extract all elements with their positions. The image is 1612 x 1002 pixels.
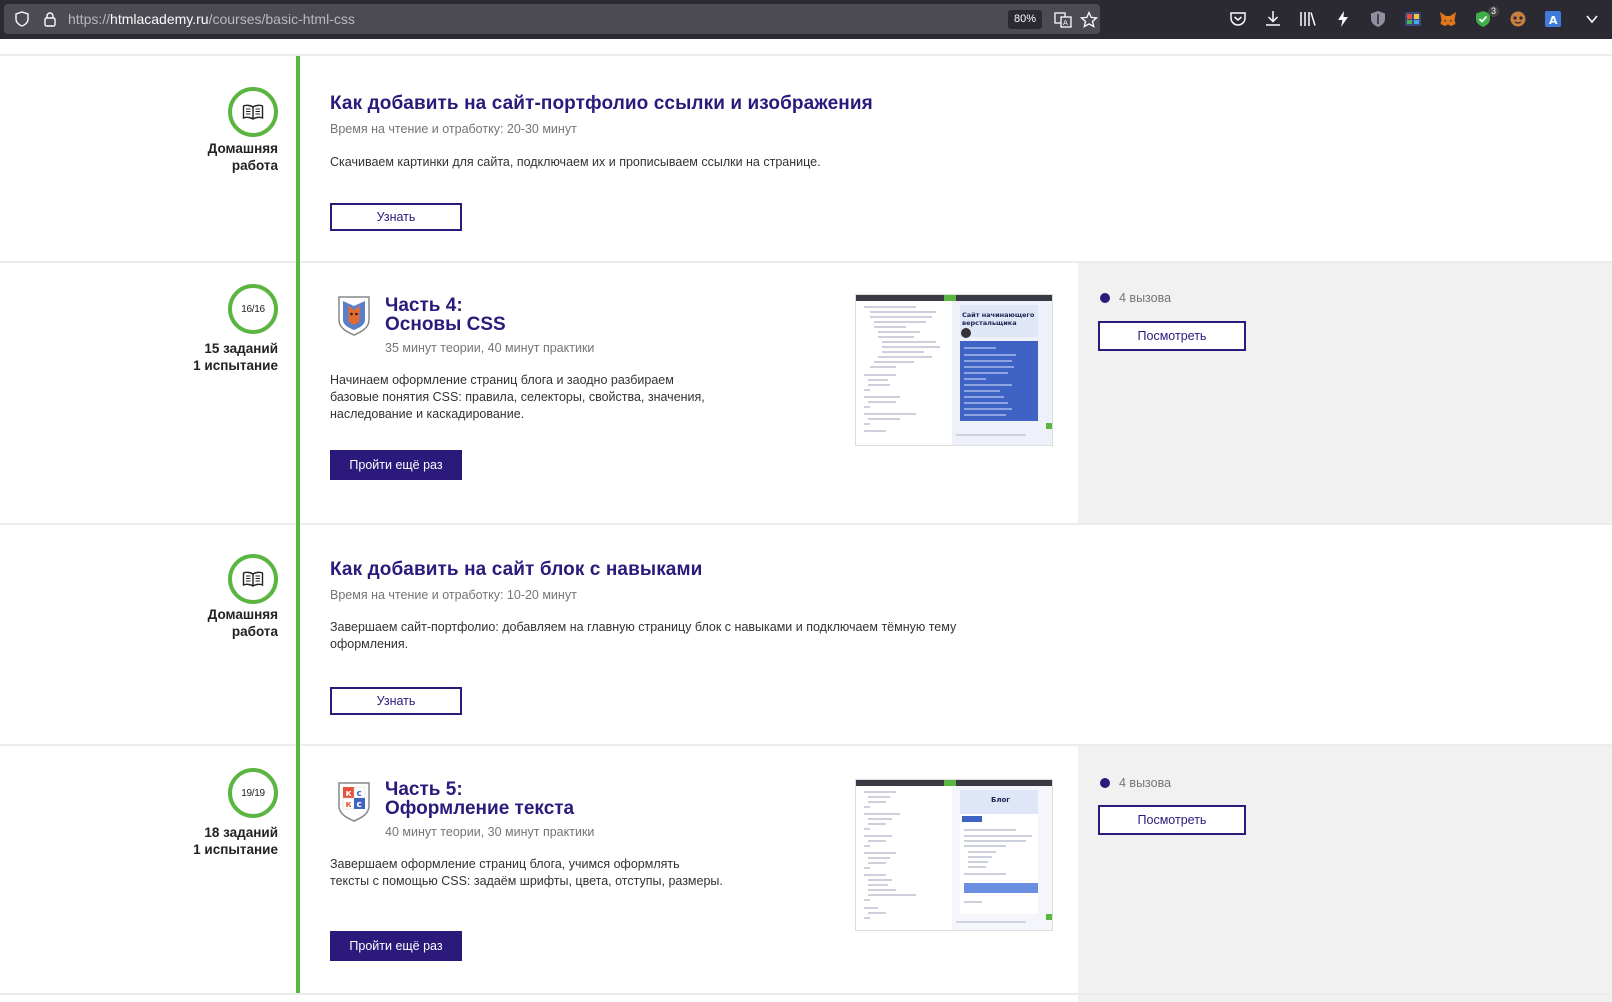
logo-letter: с — [357, 789, 362, 799]
pocket-icon[interactable] — [1228, 9, 1248, 29]
downloads-icon[interactable] — [1263, 9, 1283, 29]
svg-text:A: A — [1063, 19, 1068, 27]
translator-extension-icon[interactable]: A — [1543, 9, 1563, 29]
description-line: оформления. — [330, 637, 409, 651]
tasks-summary: 15 заданий 1 испытание — [78, 340, 278, 374]
logo-letter: к — [346, 789, 352, 799]
label-line: работа — [231, 624, 278, 639]
lesson-title[interactable]: Как добавить на сайт блок с навыками — [330, 559, 702, 581]
divider — [0, 523, 1612, 525]
editor-preview-image: Блог — [856, 780, 1052, 930]
part-preview-thumbnail[interactable]: Сайт начинающего верстальщика — [855, 294, 1053, 446]
part-title[interactable]: Часть 4: Основы CSS — [385, 296, 506, 334]
retake-button[interactable]: Пройти ещё раз — [330, 931, 462, 961]
part-number: Часть 5: — [385, 779, 463, 800]
svg-text:A: A — [1549, 14, 1558, 27]
url-text[interactable]: https://htmlacademy.ru/courses/basic-htm… — [68, 11, 355, 27]
trials-count: 1 испытание — [193, 842, 278, 857]
learn-button[interactable]: Узнать — [330, 687, 462, 715]
lightning-extension-icon[interactable] — [1333, 9, 1353, 29]
bookmark-star-icon[interactable] — [1080, 11, 1098, 29]
label-line: Домашняя — [207, 607, 278, 622]
extension-badge-count: 3 — [1488, 6, 1500, 17]
label-line: работа — [231, 158, 278, 173]
view-challenges-button[interactable]: Посмотреть — [1098, 321, 1246, 351]
address-bar[interactable]: https://htmlacademy.ru/courses/basic-htm… — [4, 4, 1100, 34]
part-number: Часть 4: — [385, 295, 463, 316]
tampermonkey-icon[interactable] — [1508, 9, 1528, 29]
bullet-dot-icon — [1100, 293, 1110, 303]
thumb-heading-line: Сайт начинающего — [962, 311, 1035, 319]
progress-marker: 19/19 — [228, 768, 278, 818]
progress-count: 16/16 — [241, 303, 265, 315]
shield-extension-icon[interactable] — [1368, 9, 1388, 29]
lesson-type-label: Домашняя работа — [78, 140, 278, 174]
tasks-count: 18 заданий — [204, 825, 278, 840]
description-line: Начинаем оформление страниц блога и заод… — [330, 373, 674, 387]
label-line: Домашняя — [207, 141, 278, 156]
thumb-heading-line: верстальщика — [962, 319, 1017, 327]
tracking-protection-icon[interactable] — [14, 11, 30, 27]
part-duration: 35 минут теории, 40 минут практики — [385, 341, 595, 355]
url-domain: htmlacademy.ru — [110, 11, 209, 27]
part-preview-thumbnail[interactable]: Блог — [855, 779, 1053, 931]
translate-icon[interactable]: A — [1054, 11, 1072, 29]
description-line: наследование и каскадирование. — [330, 407, 525, 421]
lesson-duration: Время на чтение и отработку: 10-20 минут — [330, 588, 577, 602]
description-line: базовые понятия CSS: правила, селекторы,… — [330, 390, 705, 404]
logo-letter: к — [346, 800, 352, 810]
homework-marker — [228, 87, 278, 137]
tasks-count: 15 заданий — [204, 341, 278, 356]
bullet-dot-icon — [1100, 778, 1110, 788]
lesson-description: Завершаем сайт-портфолио: добавляем на г… — [330, 619, 956, 653]
overflow-chevron-icon[interactable] — [1582, 9, 1602, 29]
colorful-extension-icon[interactable] — [1403, 9, 1423, 29]
zoom-level-badge[interactable]: 80% — [1008, 10, 1043, 29]
homework-marker — [228, 554, 278, 604]
lesson-description: Скачиваем картинки для сайта, подключаем… — [330, 155, 821, 169]
course-timeline — [296, 56, 300, 995]
part-description: Начинаем оформление страниц блога и заод… — [330, 372, 705, 423]
part-name: Основы CSS — [385, 314, 506, 335]
book-icon — [242, 571, 264, 587]
url-scheme: https:// — [68, 11, 111, 27]
progress-marker: 16/16 — [228, 284, 278, 334]
part-title[interactable]: Часть 5: Оформление текста — [385, 780, 574, 818]
part-duration: 40 минут теории, 30 минут практики — [385, 825, 595, 839]
browser-toolbar: https://htmlacademy.ru/courses/basic-htm… — [0, 0, 1612, 39]
challenges-label: 4 вызова — [1119, 291, 1172, 305]
description-line: тексты с помощью CSS: задаём шрифты, цве… — [330, 874, 723, 888]
lesson-type-label: Домашняя работа — [78, 606, 278, 640]
lock-icon[interactable] — [42, 11, 58, 27]
lesson-title[interactable]: Как добавить на сайт-портфолио ссылки и … — [330, 93, 873, 115]
course-page: Домашняя работа Как добавить на сайт-порт… — [0, 39, 1612, 1002]
divider — [0, 744, 1612, 746]
challenges-count: 4 вызова — [1100, 291, 1171, 305]
tasks-summary: 18 заданий 1 испытание — [78, 824, 278, 858]
url-path: /courses/basic-html-css — [208, 11, 355, 27]
book-icon — [242, 104, 264, 120]
divider — [0, 54, 1612, 56]
divider — [0, 261, 1612, 263]
metamask-fox-icon[interactable] — [1438, 9, 1458, 29]
retake-button[interactable]: Пройти ещё раз — [330, 450, 462, 480]
library-icon[interactable] — [1298, 9, 1318, 29]
description-line: Завершаем сайт-портфолио: добавляем на г… — [330, 620, 957, 634]
lesson-duration: Время на чтение и отработку: 20-30 минут — [330, 122, 577, 136]
css-part-logo-icon — [338, 296, 370, 336]
editor-preview-image: Сайт начинающего верстальщика — [856, 295, 1052, 445]
text-part-logo-icon: к ск с — [338, 782, 370, 822]
progress-count: 19/19 — [241, 787, 265, 799]
logo-letter: с — [357, 800, 362, 810]
description-line: Завершаем оформление страниц блога, учим… — [330, 857, 680, 871]
part-name: Оформление текста — [385, 798, 575, 819]
view-challenges-button[interactable]: Посмотреть — [1098, 805, 1246, 835]
challenges-count: 4 вызова — [1100, 776, 1171, 790]
trials-count: 1 испытание — [193, 358, 278, 373]
challenges-label: 4 вызова — [1119, 776, 1172, 790]
part-description: Завершаем оформление страниц блога, учим… — [330, 856, 723, 890]
thumb-heading: Блог — [991, 796, 1010, 804]
learn-button[interactable]: Узнать — [330, 203, 462, 231]
